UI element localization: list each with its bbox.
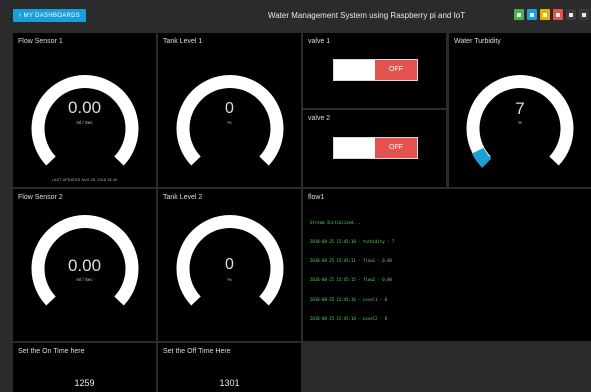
log-line: 2018-08-25 15:45:16 - Level1 - 0 [310, 296, 388, 302]
log-line: 2018-08-25 15:45:18 - Level2 - 0 [310, 315, 388, 321]
widget-title: Set the On Time here [18, 348, 85, 355]
widget-title: valve 2 [308, 115, 331, 122]
log-line: Stream Initialized... [310, 219, 361, 225]
toggle-state-label: OFF [375, 138, 417, 158]
expand-icon[interactable] [579, 9, 589, 20]
toggle-state-label: OFF [375, 60, 417, 80]
dashboard-title: Water Management System using Raspberry … [268, 11, 466, 20]
yellow-tool-icon[interactable] [540, 9, 550, 20]
valve-2-toggle[interactable]: OFF [333, 137, 418, 159]
gauge-value: 0.00 [67, 98, 102, 117]
on-time-value[interactable]: 1259 [13, 378, 156, 388]
tank-level-1-gauge [176, 75, 284, 166]
log-output: Stream Initialized... 2018-08-25 15:45:1… [310, 207, 394, 335]
widget-title: Flow Sensor 2 [18, 194, 63, 201]
flow-sensor-2-widget: Flow Sensor 2 0.00 ml / Sec [13, 189, 156, 341]
flow1-log-widget: flow1 Stream Initialized... 2018-08-25 1… [303, 189, 591, 341]
gauge-unit: ml / Sec [76, 277, 93, 282]
gauge-unit: % [227, 277, 232, 282]
water-turbidity-widget: Water Turbidity 7 % [449, 33, 591, 187]
widget-title: Tank Level 2 [163, 194, 203, 201]
green-tool-icon[interactable] [514, 9, 524, 20]
widget-title: flow1 [308, 194, 325, 201]
valve-2-widget: valve 2 OFF [303, 110, 446, 187]
valve-1-toggle[interactable]: OFF [333, 59, 418, 81]
my-dashboards-label: MY DASHBOARDS [23, 13, 81, 19]
water-turbidity-gauge [466, 75, 574, 168]
last-updated-text: LAST UPDATED AUG 25, 2018 15:45 [51, 178, 118, 182]
gauge-unit: % [517, 120, 522, 125]
top-bar: ‹ MY DASHBOARDS Water Management System u… [0, 0, 591, 30]
tank-level-2-widget: Tank Level 2 0 % [158, 189, 301, 341]
gauge-fill [471, 147, 492, 168]
widget-title: Flow Sensor 1 [18, 38, 63, 45]
gauge-unit: % [227, 120, 232, 125]
my-dashboards-button[interactable]: ‹ MY DASHBOARDS [13, 9, 87, 22]
gauge-value: 0 [225, 100, 234, 117]
log-line: 2018-08-25 15:45:11 - flow1 - 0.00 [310, 258, 392, 264]
tank-level-1-widget: Tank Level 1 0 % [158, 33, 301, 187]
chevron-left-icon: ‹ [19, 12, 22, 19]
flow-sensor-1-gauge [31, 75, 139, 166]
flow-sensor-1-widget: Flow Sensor 1 0.00 ml / Sec LAST UPDATED… [13, 33, 156, 187]
gauge-unit: ml / Sec [76, 120, 93, 125]
log-line: 2018-08-25 15:45:15 - flow2 - 0.00 [310, 277, 392, 283]
blue-tool-icon[interactable] [527, 9, 537, 20]
log-line: 2018-08-25 15:45:10 - turbidity - 7 [310, 239, 395, 245]
gauge-value: 0 [225, 256, 234, 273]
red-tool-icon[interactable] [553, 9, 563, 20]
on-time-widget[interactable]: Set the On Time here 1259 [13, 343, 156, 392]
gauge-value: 0.00 [67, 256, 102, 275]
valve-1-widget: valve 1 OFF [303, 33, 446, 108]
off-time-value[interactable]: 1301 [158, 378, 301, 388]
gauge-value: 7 [515, 99, 525, 118]
widget-title: valve 1 [308, 38, 331, 45]
off-time-widget[interactable]: Set the Off Time Here 1301 [158, 343, 301, 392]
widget-title: Tank Level 1 [163, 38, 203, 45]
dark-tool-icon[interactable] [566, 9, 576, 20]
widget-title: Set the Off Time Here [163, 348, 231, 355]
widget-title: Water Turbidity [454, 38, 501, 45]
